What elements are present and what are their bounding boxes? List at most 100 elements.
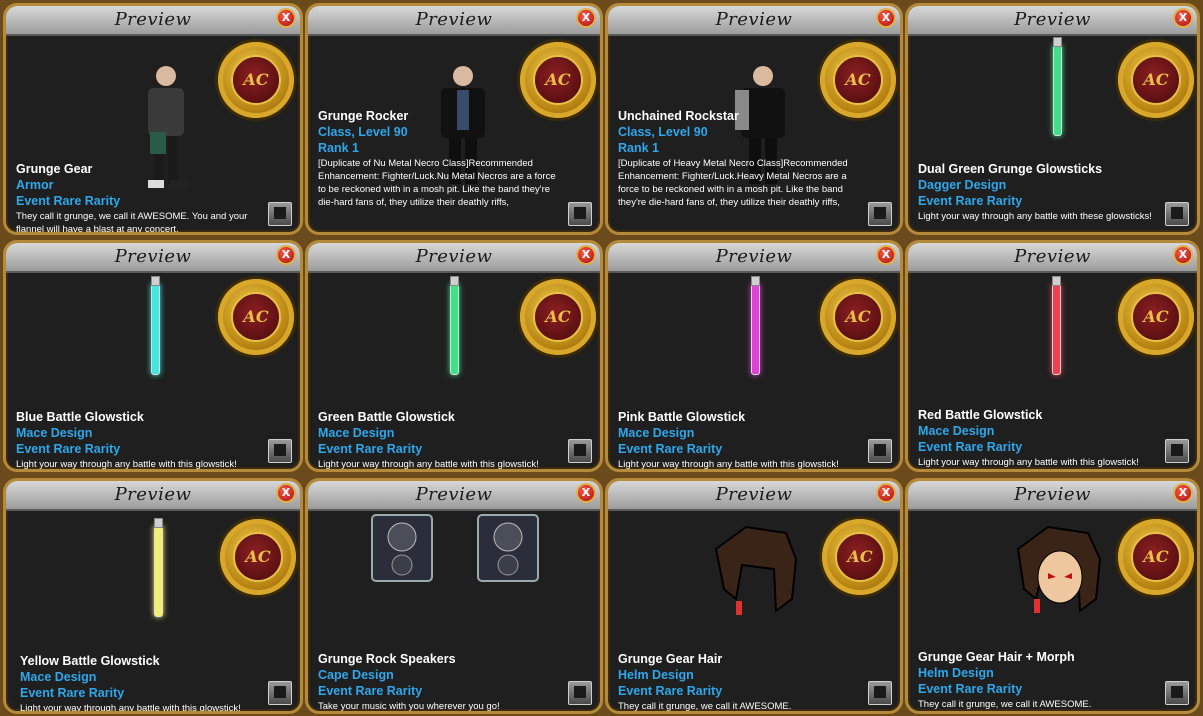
ac-coin-icon: AC	[520, 279, 596, 355]
try-on-button[interactable]	[268, 681, 292, 705]
item-type: Class, Level 90	[618, 125, 708, 139]
close-button[interactable]: X	[1173, 8, 1193, 28]
panel-titlebar: Preview	[608, 243, 900, 273]
coin-label: AC	[231, 292, 281, 342]
close-button[interactable]: X	[876, 8, 896, 28]
panel-titlebar: Preview	[308, 6, 600, 36]
item-info: Dual Green Grunge Glowsticks Dagger Desi…	[918, 161, 1153, 223]
close-button[interactable]: X	[876, 245, 896, 265]
glowstick-cap	[1052, 276, 1061, 286]
try-on-button[interactable]	[568, 681, 592, 705]
close-button[interactable]: X	[276, 483, 296, 503]
preview-panel-unchained-rockstar: Preview X AC Unchained Rockstar Class, L…	[605, 3, 903, 235]
preview-panel-pink-glowstick: Preview X AC Pink Battle Glowstick Mace …	[605, 240, 903, 472]
close-button[interactable]: X	[576, 245, 596, 265]
coin-label: AC	[1131, 532, 1181, 582]
close-button[interactable]: X	[1173, 245, 1193, 265]
glowstick-cap	[151, 276, 160, 286]
item-rank: Rank 1	[318, 141, 359, 155]
hair-image	[714, 525, 798, 615]
ac-coin-icon: AC	[1118, 279, 1194, 355]
panel-titlebar: Preview	[308, 481, 600, 511]
try-on-button[interactable]	[568, 439, 592, 463]
try-on-button[interactable]	[1165, 202, 1189, 226]
close-button[interactable]: X	[1173, 483, 1193, 503]
item-type: Mace Design	[16, 426, 93, 440]
close-button[interactable]: X	[276, 8, 296, 28]
preview-panel-green-glowstick: Preview X AC Green Battle Glowstick Mace…	[305, 240, 603, 472]
item-name: Red Battle Glowstick	[918, 408, 1043, 422]
item-rarity: Event Rare Rarity	[318, 684, 423, 698]
try-on-button[interactable]	[1165, 681, 1189, 705]
preview-panel-blue-glowstick: Preview X AC Blue Battle Glowstick Mace …	[3, 240, 303, 472]
item-rarity: Event Rare Rarity	[918, 682, 1023, 696]
glowstick-blue-image	[151, 276, 160, 375]
glowstick-pink-image	[751, 276, 760, 375]
item-description: They call it grunge, we call it AWESOME.…	[16, 211, 248, 235]
panel-title: Preview	[114, 484, 192, 505]
preview-panel-grunge-rock-speakers: Preview X Grunge Rock Speakers Cape Desi…	[305, 478, 603, 714]
glowstick-cap	[751, 276, 760, 286]
item-description: Light your way through any battle with t…	[918, 457, 1139, 468]
glowstick-yellow-image	[154, 518, 163, 617]
coin-label: AC	[835, 532, 885, 582]
item-type: Helm Design	[618, 668, 694, 682]
try-on-button[interactable]	[268, 202, 292, 226]
item-info: Grunge Gear Hair Helm Design Event Rare …	[618, 651, 856, 712]
panel-title: Preview	[415, 484, 493, 505]
ac-coin-icon: AC	[1118, 42, 1194, 118]
item-type: Dagger Design	[918, 178, 1007, 192]
try-on-button[interactable]	[1165, 439, 1189, 463]
item-description: They call it grunge, we call it AWESOME.	[918, 699, 1092, 710]
close-button[interactable]: X	[876, 483, 896, 503]
item-rarity: Event Rare Rarity	[16, 194, 121, 208]
coin-label: AC	[533, 292, 583, 342]
ac-coin-icon: AC	[820, 42, 896, 118]
panel-title: Preview	[715, 484, 793, 505]
panel-title: Preview	[1014, 9, 1091, 30]
ac-coin-icon: AC	[218, 279, 294, 355]
preview-panel-grunge-gear-hair: Preview X AC Grunge Gear Hair Helm Desig…	[605, 478, 903, 714]
item-type: Class, Level 90	[318, 125, 408, 139]
item-rarity: Event Rare Rarity	[20, 686, 125, 700]
item-name: Grunge Gear Hair + Morph	[918, 650, 1075, 664]
panel-titlebar: Preview	[608, 481, 900, 511]
item-name: Grunge Gear Hair	[618, 652, 723, 666]
try-on-button[interactable]	[268, 439, 292, 463]
ac-coin-icon: AC	[520, 42, 596, 118]
item-info: Yellow Battle Glowstick Mace Design Even…	[20, 653, 256, 711]
item-type: Armor	[16, 178, 54, 192]
ac-coin-icon: AC	[1118, 519, 1194, 595]
close-button[interactable]: X	[276, 245, 296, 265]
preview-panel-grunge-gear-hair-morph: Preview X AC Grunge Gear Hair + Morph He…	[905, 478, 1200, 714]
preview-panel-yellow-glowstick: Preview X AC Yellow Battle Glowstick Mac…	[3, 478, 303, 714]
panel-title: Preview	[114, 9, 192, 30]
item-description: Light your way through any battle with t…	[16, 459, 237, 470]
preview-panel-red-glowstick: Preview X AC Red Battle Glowstick Mace D…	[905, 240, 1200, 472]
coin-label: AC	[233, 532, 283, 582]
close-button[interactable]: X	[576, 483, 596, 503]
try-on-button[interactable]	[868, 202, 892, 226]
coin-label: AC	[1131, 55, 1181, 105]
panel-titlebar: Preview	[908, 243, 1197, 273]
preview-panel-grunge-gear: Preview X AC Grunge Gear Armor Event Rar…	[3, 3, 303, 235]
panel-title: Preview	[715, 246, 793, 267]
try-on-button[interactable]	[868, 439, 892, 463]
item-type: Mace Design	[918, 424, 995, 438]
item-description: Light your way through any battle with t…	[318, 459, 539, 470]
item-description: Light your way through any battle with t…	[918, 211, 1152, 222]
item-description: They call it grunge, we call it AWESOME.	[618, 701, 792, 712]
coin-label: AC	[1131, 292, 1181, 342]
close-button[interactable]: X	[576, 8, 596, 28]
item-name: Blue Battle Glowstick	[16, 410, 144, 424]
glowstick-cap	[154, 518, 163, 528]
item-type: Mace Design	[618, 426, 695, 440]
try-on-button[interactable]	[868, 681, 892, 705]
panel-titlebar: Preview	[308, 243, 600, 273]
try-on-button[interactable]	[568, 202, 592, 226]
item-description: [Duplicate of Nu Metal Necro Class]Recom…	[318, 158, 556, 208]
glowstick-red-image	[1052, 276, 1061, 375]
item-info: Unchained Rockstar Class, Level 90 Rank …	[618, 108, 856, 209]
ac-coin-icon: AC	[822, 519, 898, 595]
item-rarity: Event Rare Rarity	[618, 684, 723, 698]
